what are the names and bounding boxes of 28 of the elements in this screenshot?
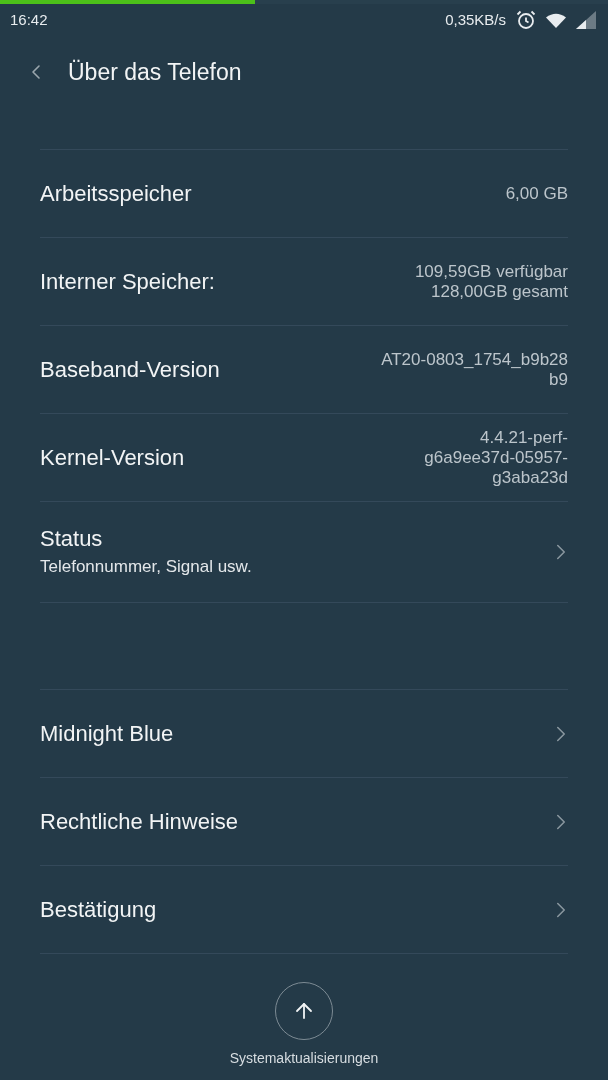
- info-label: Interner Speicher:: [40, 268, 215, 296]
- nav-row[interactable]: Midnight Blue: [40, 690, 568, 778]
- info-value: AT20-0803_1754_b9b28: [381, 349, 568, 370]
- info-label: Kernel-Version: [40, 444, 185, 472]
- status-time: 16:42: [10, 9, 48, 30]
- info-value: 109,59GB verfügbar: [414, 261, 568, 282]
- nav-label: Midnight Blue: [40, 720, 174, 748]
- info-value: 128,00GB gesamt: [430, 281, 568, 302]
- nav-label: Bestätigung: [40, 896, 157, 924]
- page-title: Über das Telefon: [68, 57, 242, 87]
- info-label: Arbeitsspeicher: [40, 180, 192, 208]
- status-title: Status: [40, 527, 104, 551]
- update-label: Systemaktualisierungen: [229, 1049, 379, 1068]
- nav-label: Rechtliche Hinweise: [40, 808, 239, 836]
- info-value: b9: [549, 369, 568, 390]
- network-speed: 0,35KB/s: [445, 9, 506, 30]
- status-subtitle: Telefonnummer, Signal usw.: [40, 557, 252, 577]
- info-label: Baseband-Version: [40, 356, 220, 384]
- signal-icon: [576, 11, 596, 29]
- wifi-icon: [546, 12, 566, 28]
- info-value: 4.4.21-perf-: [480, 427, 568, 448]
- alarm-clock-icon: [516, 10, 536, 30]
- info-value: g6a9ee37d-05957-: [424, 447, 568, 468]
- info-value: 6,00 GB: [505, 183, 568, 204]
- info-value: g3aba23d: [492, 467, 568, 488]
- nav-row[interactable]: Bestätigung: [40, 866, 568, 954]
- status-row[interactable]: Status Telefonnummer, Signal usw.: [40, 502, 568, 603]
- nav-row[interactable]: Rechtliche Hinweise: [40, 778, 568, 866]
